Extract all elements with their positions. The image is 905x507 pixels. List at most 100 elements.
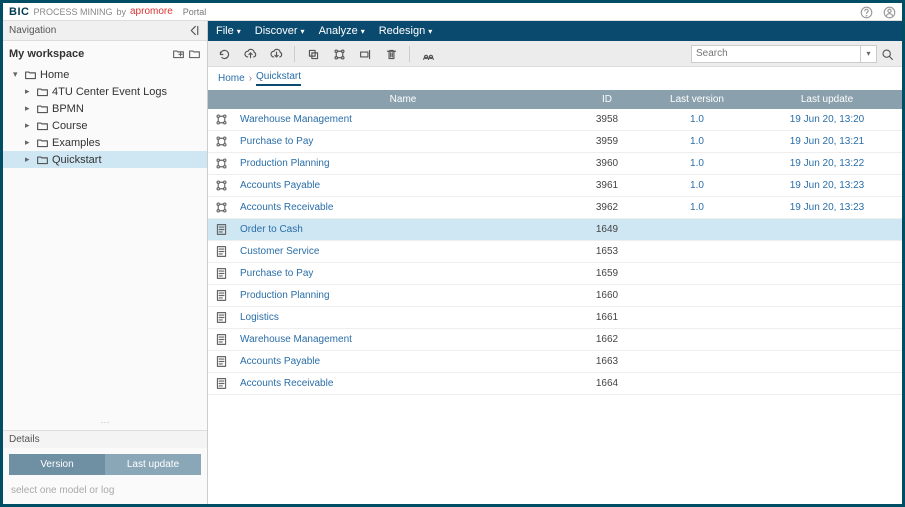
- main-area: File▾ Discover▾ Analyze▾ Redesign▾ ▾: [208, 21, 902, 504]
- upload-icon[interactable]: [242, 46, 258, 61]
- cell-update: [752, 307, 902, 329]
- new-folder-icon[interactable]: [172, 47, 185, 60]
- details-label: Details: [3, 430, 207, 448]
- details-segmented: Version Last update: [3, 448, 207, 481]
- brand-portal: Portal: [183, 7, 207, 17]
- collapse-sidebar-icon[interactable]: [188, 24, 201, 37]
- folder-icon: [23, 68, 37, 81]
- table-row[interactable]: Accounts Payable39611.019 Jun 20, 13:23: [208, 175, 902, 197]
- cell-update: [752, 285, 902, 307]
- tree-item-course[interactable]: ▸Course: [3, 117, 207, 134]
- model-icon: [208, 285, 234, 307]
- cell-name[interactable]: Production Planning: [234, 153, 572, 175]
- search-dropdown-icon[interactable]: ▾: [861, 45, 877, 63]
- menu-discover[interactable]: Discover▾: [255, 25, 305, 37]
- cell-name[interactable]: Order to Cash: [234, 219, 572, 241]
- rename-icon[interactable]: [357, 46, 373, 61]
- cell-name[interactable]: Accounts Payable: [234, 351, 572, 373]
- cell-version: [642, 241, 752, 263]
- folder-icon: [35, 119, 49, 132]
- model-icon[interactable]: [331, 46, 347, 61]
- cell-name[interactable]: Production Planning: [234, 285, 572, 307]
- cell-version: [642, 285, 752, 307]
- segment-last-update[interactable]: Last update: [105, 454, 201, 475]
- col-version[interactable]: Last version: [642, 90, 752, 109]
- refresh-icon[interactable]: [216, 46, 232, 61]
- segment-version[interactable]: Version: [9, 454, 105, 475]
- cell-update: 19 Jun 20, 13:23: [752, 175, 902, 197]
- delete-icon[interactable]: [383, 46, 399, 61]
- cell-id: 3960: [572, 153, 642, 175]
- brand-apromore: apromore: [130, 6, 173, 17]
- cell-id: 3962: [572, 197, 642, 219]
- table-row[interactable]: Purchase to Pay39591.019 Jun 20, 13:21: [208, 131, 902, 153]
- folder-icon: [35, 153, 49, 166]
- search-input[interactable]: [691, 45, 861, 63]
- menu-redesign[interactable]: Redesign▾: [379, 25, 433, 37]
- copy-icon[interactable]: [305, 46, 321, 61]
- cell-name[interactable]: Accounts Receivable: [234, 373, 572, 395]
- table-row[interactable]: Production Planning39601.019 Jun 20, 13:…: [208, 153, 902, 175]
- share-icon[interactable]: [420, 46, 436, 61]
- tree-item-label: Quickstart: [49, 154, 102, 166]
- user-icon[interactable]: [883, 4, 896, 19]
- col-name[interactable]: Name: [234, 90, 572, 109]
- tree-item-label: Course: [49, 120, 87, 132]
- breadcrumb-home[interactable]: Home: [218, 73, 245, 84]
- chevron-down-icon: ▾: [361, 27, 365, 36]
- chevron-right-icon: ▸: [25, 154, 35, 165]
- file-grid: Name ID Last version Last update Warehou…: [208, 90, 902, 504]
- cell-name[interactable]: Customer Service: [234, 241, 572, 263]
- log-icon: [208, 109, 234, 131]
- model-icon: [208, 263, 234, 285]
- cell-update: 19 Jun 20, 13:21: [752, 131, 902, 153]
- col-icon[interactable]: [208, 90, 234, 109]
- cell-version: [642, 373, 752, 395]
- tree-item-4tu-center-event-logs[interactable]: ▸4TU Center Event Logs: [3, 83, 207, 100]
- table-row[interactable]: Accounts Receivable39621.019 Jun 20, 13:…: [208, 197, 902, 219]
- log-icon: [208, 175, 234, 197]
- cell-update: [752, 329, 902, 351]
- menu-analyze[interactable]: Analyze▾: [319, 25, 365, 37]
- table-row[interactable]: Warehouse Management39581.019 Jun 20, 13…: [208, 109, 902, 131]
- download-icon[interactable]: [268, 46, 284, 61]
- cell-name[interactable]: Logistics: [234, 307, 572, 329]
- tree-item-bpmn[interactable]: ▸BPMN: [3, 100, 207, 117]
- cell-update: 19 Jun 20, 13:23: [752, 197, 902, 219]
- cell-name[interactable]: Accounts Payable: [234, 175, 572, 197]
- brand-bar: BIC PROCESS MINING by apromore Portal: [3, 3, 902, 21]
- table-row[interactable]: Accounts Receivable1664: [208, 373, 902, 395]
- cell-name[interactable]: Accounts Receivable: [234, 197, 572, 219]
- menu-file[interactable]: File▾: [216, 25, 241, 37]
- cell-name[interactable]: Purchase to Pay: [234, 131, 572, 153]
- cell-version: [642, 307, 752, 329]
- cell-version: [642, 329, 752, 351]
- cell-name[interactable]: Purchase to Pay: [234, 263, 572, 285]
- col-id[interactable]: ID: [572, 90, 642, 109]
- table-row[interactable]: Accounts Payable1663: [208, 351, 902, 373]
- tree-item-quickstart[interactable]: ▸ Quickstart: [3, 151, 207, 168]
- help-icon[interactable]: [860, 4, 873, 19]
- table-row[interactable]: Warehouse Management1662: [208, 329, 902, 351]
- cell-update: [752, 263, 902, 285]
- folder-tree-icon[interactable]: [188, 47, 201, 60]
- cell-id: 3958: [572, 109, 642, 131]
- splitter-handle[interactable]: ⋯: [3, 415, 207, 430]
- search-icon[interactable]: [881, 46, 894, 61]
- table-row[interactable]: Production Planning1660: [208, 285, 902, 307]
- table-row[interactable]: Logistics1661: [208, 307, 902, 329]
- cell-name[interactable]: Warehouse Management: [234, 329, 572, 351]
- tree-item-home[interactable]: ▾Home: [3, 66, 207, 83]
- model-icon: [208, 351, 234, 373]
- table-row[interactable]: Order to Cash1649: [208, 219, 902, 241]
- cell-update: [752, 219, 902, 241]
- table-row[interactable]: Purchase to Pay1659: [208, 263, 902, 285]
- cell-name[interactable]: Warehouse Management: [234, 109, 572, 131]
- col-update[interactable]: Last update: [752, 90, 902, 109]
- table-row[interactable]: Customer Service1653: [208, 241, 902, 263]
- tree-item-examples[interactable]: ▸Examples: [3, 134, 207, 151]
- breadcrumb-current[interactable]: Quickstart: [256, 71, 301, 86]
- cell-version: 1.0: [642, 153, 752, 175]
- folder-tree: ▾Home▸4TU Center Event Logs▸BPMN▸Course▸…: [3, 64, 207, 415]
- model-icon: [208, 219, 234, 241]
